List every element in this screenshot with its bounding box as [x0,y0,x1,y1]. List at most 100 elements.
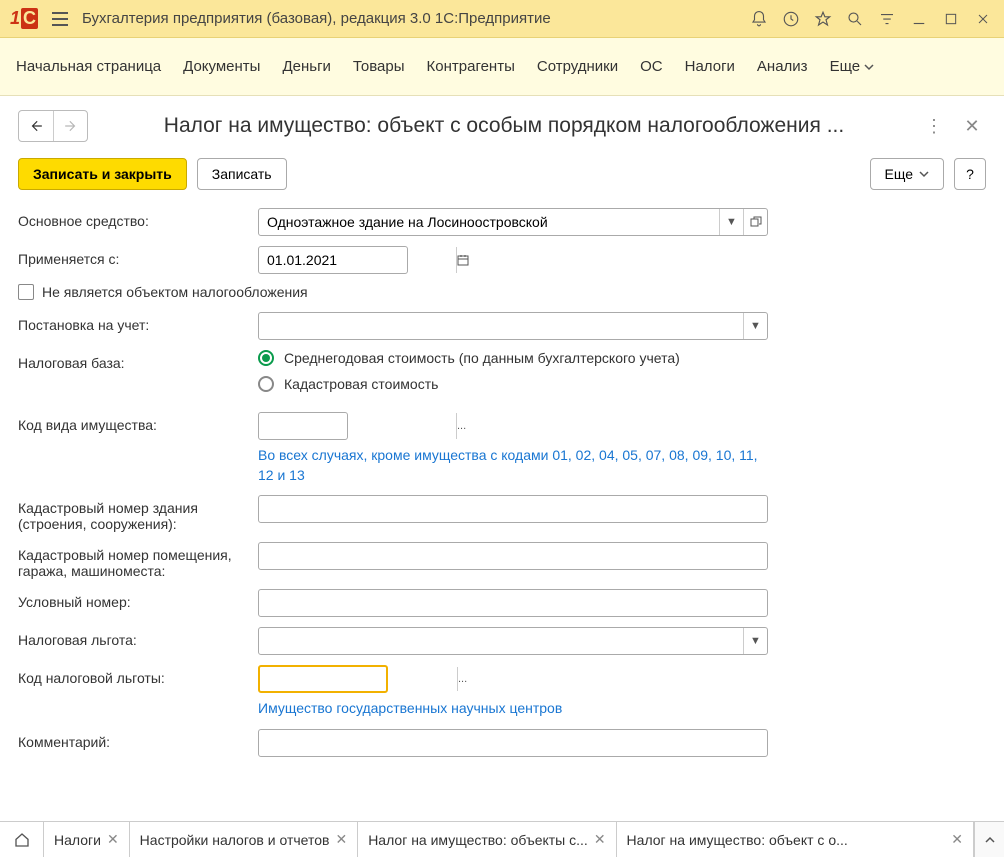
tab-close-icon[interactable]: ✕ [107,831,119,848]
tab[interactable]: Налоги ✕ [44,822,130,857]
tab-home[interactable] [0,822,44,857]
cad-room-input[interactable] [259,543,767,569]
window-close-icon[interactable] [968,4,998,34]
reg-label: Постановка на учет: [18,312,258,333]
cad-room-group [258,542,768,570]
date-label: Применяется с: [18,246,258,267]
bell-icon[interactable] [744,4,774,34]
tab[interactable]: Настройки налогов и отчетов ✕ [130,822,359,857]
cond-num-group [258,589,768,617]
page-close-icon[interactable]: ✕ [958,112,986,140]
menu-toggle-icon[interactable] [46,5,74,33]
nav-box [18,110,88,142]
open-ref-icon[interactable] [743,209,767,235]
cad-building-input[interactable] [259,496,767,522]
base-opt2-label: Кадастровая стоимость [284,376,438,392]
window-maximize-icon[interactable] [936,4,966,34]
more-label: Еще [885,166,914,182]
tab-close-icon[interactable]: ✕ [951,831,963,848]
benefit-group: ▼ [258,627,768,655]
cad-building-label: Кадастровый номер здания (строения, соор… [18,495,258,532]
kind-label: Код вида имущества: [18,412,258,433]
tab-close-icon[interactable]: ✕ [335,831,347,848]
cond-num-input[interactable] [259,590,767,616]
tab-label: Налог на имущество: объект с о... [627,832,946,848]
kind-input[interactable] [259,413,456,439]
menu-item[interactable]: Товары [353,58,405,75]
kind-input-group: ... [258,412,348,440]
tab[interactable]: Налог на имущество: объекты с... ✕ [358,822,616,857]
search-icon[interactable] [840,4,870,34]
form-header: Налог на имущество: объект с особым поря… [0,96,1004,146]
not-object-checkbox[interactable] [18,284,34,300]
cond-num-label: Условный номер: [18,589,258,610]
help-button[interactable]: ? [954,158,986,190]
reg-input[interactable] [259,313,743,339]
menu-item[interactable]: Деньги [282,58,330,75]
menu-item[interactable]: Анализ [757,58,808,75]
form-body: Основное средство: ▼ Применяется с: Не я… [0,204,1004,821]
base-label: Налоговая база: [18,350,258,371]
dropdown-icon[interactable]: ▼ [743,313,767,339]
titlebar: 1С Бухгалтерия предприятия (базовая), ре… [0,0,1004,38]
menu-item[interactable]: Начальная страница [16,58,161,75]
menu-item[interactable]: Документы [183,58,260,75]
menu-item[interactable]: Сотрудники [537,58,618,75]
tab-label: Налог на имущество: объекты с... [368,832,588,848]
os-label: Основное средство: [18,208,258,229]
benefit-label: Налоговая льгота: [18,627,258,648]
home-icon [14,832,30,848]
dropdown-icon[interactable]: ▼ [743,628,767,654]
benefit-code-input[interactable] [260,667,457,691]
base-opt2-radio[interactable] [258,376,274,392]
nav-forward-button[interactable] [53,111,87,141]
comment-group [258,729,768,757]
reg-input-group: ▼ [258,312,768,340]
logo-1c: 1С [10,8,38,29]
dropdown-icon[interactable]: ▼ [719,209,743,235]
menu-item[interactable]: ОС [640,58,663,75]
kind-hint: Во всех случаях, кроме имущества с кодам… [258,446,768,485]
comment-label: Комментарий: [18,729,258,750]
benefit-input[interactable] [259,628,743,654]
save-button[interactable]: Записать [197,158,287,190]
tab-active[interactable]: Налог на имущество: объект с о... ✕ [617,822,974,857]
os-input-group: ▼ [258,208,768,236]
cad-room-label: Кадастровый номер помещения, гаража, маш… [18,542,258,579]
window-minimize-icon[interactable] [904,4,934,34]
chevron-down-icon [919,169,929,179]
tab-label: Налоги [54,832,101,848]
benefit-code-label: Код налоговой льготы: [18,665,258,686]
not-object-row: Не является объектом налогообложения [18,284,986,300]
ellipsis-icon[interactable]: ... [457,667,467,691]
benefit-code-hint: Имущество государственных научных центро… [258,699,986,719]
menu-more[interactable]: Еще [830,58,875,75]
tab-close-icon[interactable]: ✕ [594,831,606,848]
base-opt1-row: Среднегодовая стоимость (по данным бухга… [258,350,986,366]
not-object-label: Не является объектом налогообложения [42,284,308,300]
menu-item[interactable]: Налоги [685,58,735,75]
tab-label: Настройки налогов и отчетов [140,832,330,848]
os-input[interactable] [259,209,719,235]
title-actions [744,4,998,34]
chevron-down-icon [864,62,874,72]
base-opt1-radio[interactable] [258,350,274,366]
more-button[interactable]: Еще [870,158,945,190]
filter-icon[interactable] [872,4,902,34]
page-title: Налог на имущество: объект с особым поря… [98,114,910,138]
app-title: Бухгалтерия предприятия (базовая), редак… [82,10,744,27]
menubar: Начальная страница Документы Деньги Това… [0,38,1004,96]
toolbar: Записать и закрыть Записать Еще ? [0,146,1004,204]
page-menu-icon[interactable]: ⋮ [920,112,948,140]
date-input[interactable] [259,247,456,273]
comment-input[interactable] [259,730,767,756]
calendar-icon[interactable] [456,247,469,273]
star-icon[interactable] [808,4,838,34]
date-input-group [258,246,408,274]
tabs-scroll-up-icon[interactable] [974,822,1004,857]
ellipsis-icon[interactable]: ... [456,413,466,439]
menu-item[interactable]: Контрагенты [427,58,515,75]
save-close-button[interactable]: Записать и закрыть [18,158,187,190]
nav-back-button[interactable] [19,111,53,141]
history-icon[interactable] [776,4,806,34]
